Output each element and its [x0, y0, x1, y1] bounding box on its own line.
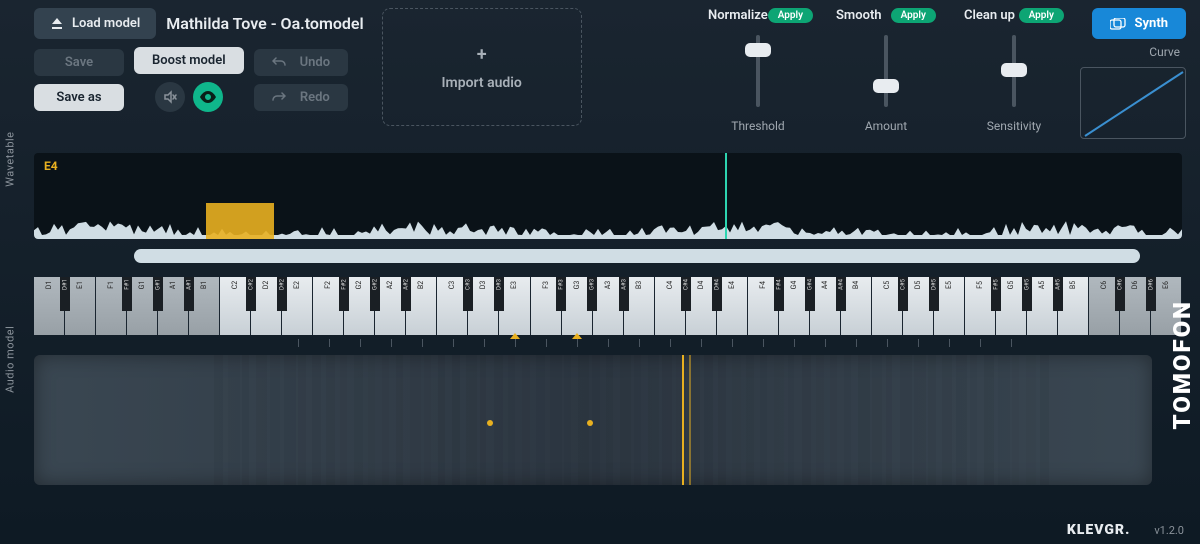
brand-label: TOMOFON	[1168, 300, 1196, 430]
slider-track[interactable]	[1012, 35, 1016, 107]
keyboard-ticks	[34, 339, 1182, 347]
import-audio-dropzone[interactable]: + Import audio	[382, 8, 582, 126]
black-key[interactable]: D#5	[929, 277, 939, 311]
save-as-button[interactable]: Save as	[34, 84, 124, 111]
black-key[interactable]: A#5	[1053, 277, 1063, 311]
audiomodel-cursor[interactable]	[682, 355, 684, 485]
slider-thumb[interactable]	[1001, 63, 1027, 77]
black-key[interactable]: C#3	[463, 277, 473, 311]
slider-title: Smooth	[836, 8, 882, 23]
slider-title: Clean up	[964, 8, 1015, 23]
black-key[interactable]: C#5	[898, 277, 908, 311]
import-label: Import audio	[442, 75, 522, 91]
slider-foot: Sensitivity	[987, 119, 1041, 133]
mute-icon	[162, 89, 178, 105]
black-key[interactable]: C#4	[681, 277, 691, 311]
black-key[interactable]: C#6	[1115, 277, 1125, 311]
apply-button[interactable]: Apply	[768, 8, 813, 23]
load-model-button[interactable]: Load model	[34, 8, 156, 39]
keyboard[interactable]: D1D#1E1F1F#1G1G#1A1A#1B1C2C#2D2D#2E2F2F#…	[34, 277, 1182, 335]
redo-button[interactable]: Redo	[254, 84, 348, 111]
boost-model-button[interactable]: Boost model	[134, 47, 244, 74]
wavetable-section-label: Wavetable	[4, 131, 17, 186]
black-key[interactable]: A#4	[836, 277, 846, 311]
apply-button[interactable]: Apply	[891, 8, 936, 23]
black-key[interactable]: G#3	[587, 277, 597, 311]
black-key[interactable]: G#1	[153, 277, 163, 311]
black-key[interactable]: D#1	[60, 277, 70, 311]
black-key[interactable]: G#4	[805, 277, 815, 311]
black-key[interactable]: F#5	[991, 277, 1001, 311]
black-key[interactable]: F#2	[339, 277, 349, 311]
key-marker	[572, 333, 582, 339]
undo-button[interactable]: Undo	[254, 49, 348, 76]
black-key[interactable]: G#5	[1022, 277, 1032, 311]
slider-thumb[interactable]	[745, 43, 771, 57]
save-button[interactable]: Save	[34, 49, 124, 76]
black-key[interactable]: F#3	[556, 277, 566, 311]
black-key[interactable]: A#2	[401, 277, 411, 311]
undo-icon	[272, 57, 286, 67]
curve-label: Curve	[1149, 45, 1186, 59]
wavetable-selection[interactable]	[206, 203, 274, 239]
plus-icon: +	[477, 44, 487, 65]
audiomodel-section-label: Audio model	[4, 326, 17, 393]
model-title: Mathilda Tove - Oa.tomodel	[166, 14, 363, 33]
slider-title: Normalize	[708, 8, 768, 23]
black-key[interactable]: F#4	[774, 277, 784, 311]
wavetable-scroll-thumb[interactable]	[134, 249, 1140, 263]
black-key[interactable]: A#1	[184, 277, 194, 311]
black-key[interactable]: F#1	[122, 277, 132, 311]
slider-track[interactable]	[884, 35, 888, 107]
eye-icon	[199, 91, 217, 103]
wavetable-scrollbar[interactable]	[134, 249, 1140, 263]
apply-button[interactable]: Apply	[1019, 8, 1064, 23]
black-key[interactable]: G#2	[370, 277, 380, 311]
eject-icon	[50, 18, 64, 30]
mute-icon-button[interactable]	[155, 82, 185, 112]
curve-editor[interactable]	[1080, 67, 1186, 139]
redo-icon	[272, 92, 286, 102]
black-key[interactable]: D#2	[277, 277, 287, 311]
slider-foot: Amount	[865, 119, 907, 133]
slider-thumb[interactable]	[873, 79, 899, 93]
synth-button[interactable]: Synth	[1092, 8, 1186, 39]
key-marker	[510, 333, 520, 339]
slider-track[interactable]	[756, 35, 760, 107]
maker-label: KLEVGR.	[1067, 522, 1130, 538]
preview-icon-button[interactable]	[193, 82, 223, 112]
black-key[interactable]: D#3	[494, 277, 504, 311]
wavetable-cursor[interactable]	[725, 153, 727, 239]
slider-foot: Threshold	[731, 119, 784, 133]
black-key[interactable]: C#2	[246, 277, 256, 311]
audiomodel-view[interactable]	[34, 355, 1152, 485]
version-label: v1.2.0	[1154, 524, 1184, 537]
load-model-label: Load model	[72, 16, 140, 31]
synth-icon	[1110, 18, 1126, 30]
black-key[interactable]: A#3	[619, 277, 629, 311]
black-key[interactable]: D#6	[1146, 277, 1156, 311]
wavetable-view[interactable]: E4	[34, 153, 1182, 239]
black-key[interactable]: D#4	[712, 277, 722, 311]
audiomodel-marker[interactable]	[487, 420, 493, 426]
